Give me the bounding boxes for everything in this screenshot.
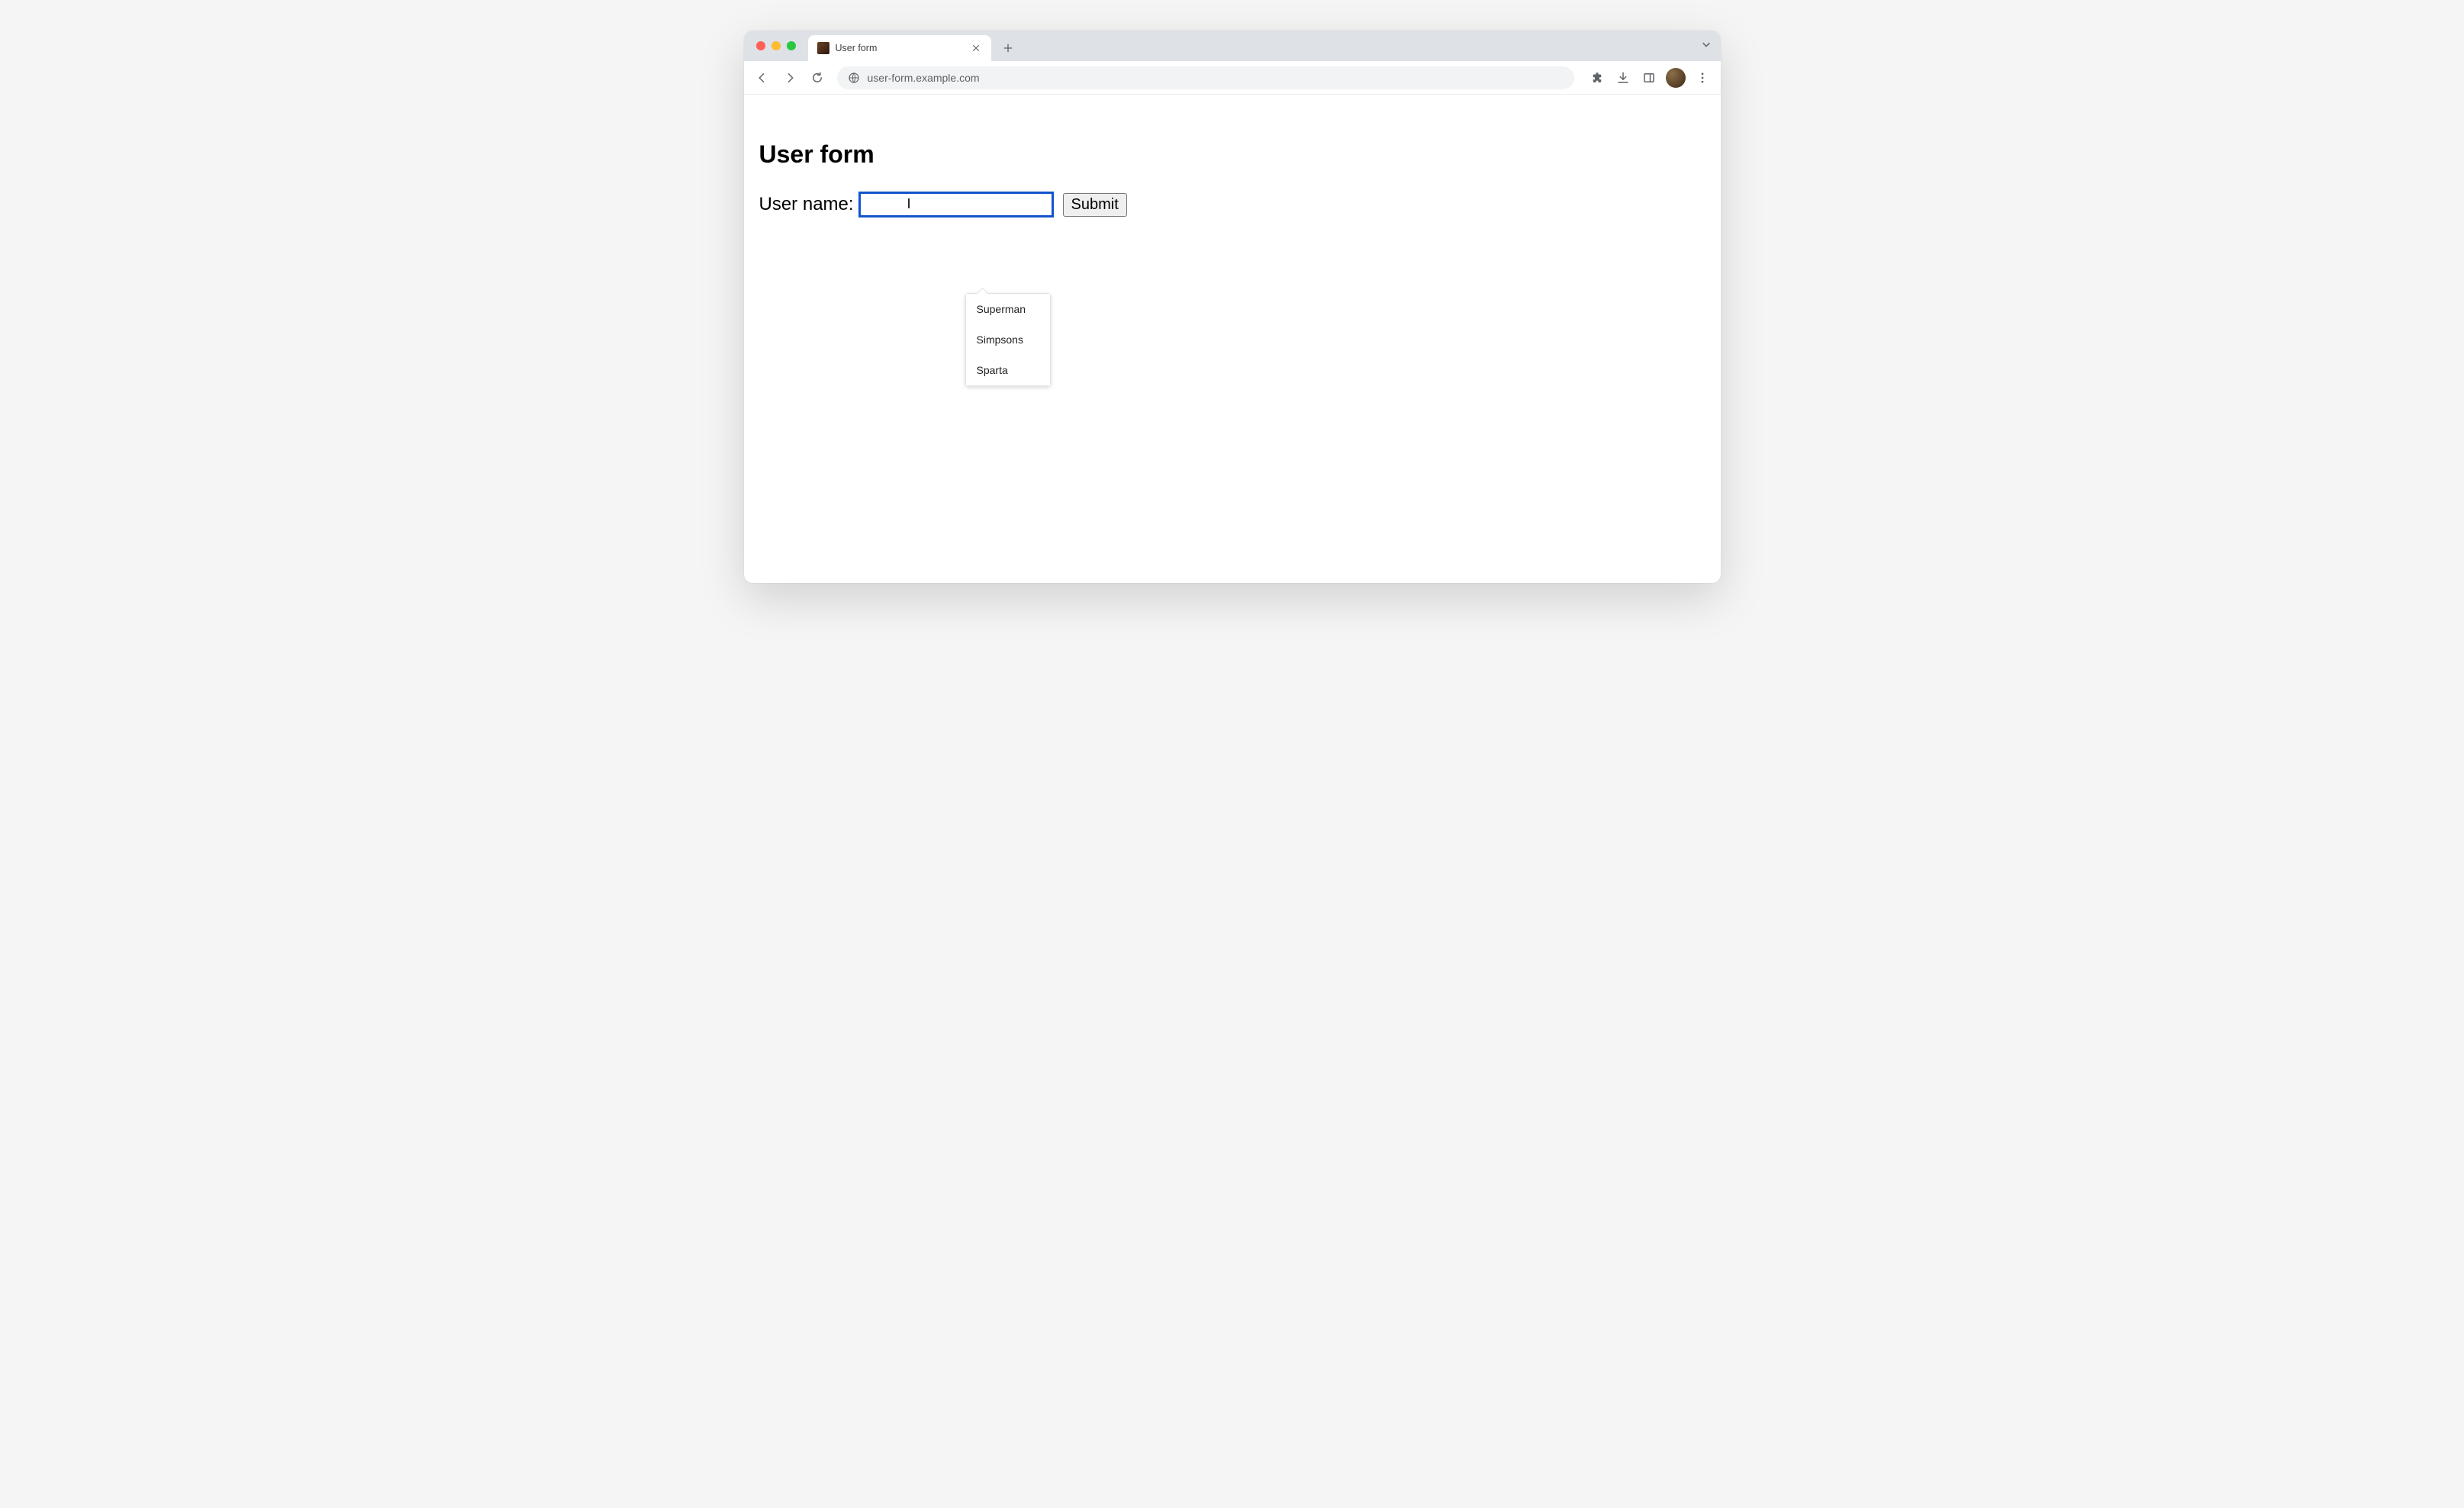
url-text: user-form.example.com xyxy=(868,72,1564,84)
window-maximize-icon[interactable] xyxy=(787,41,796,50)
tabs-menu-icon[interactable] xyxy=(1701,39,1712,53)
forward-button[interactable] xyxy=(778,66,802,90)
window-traffic-lights xyxy=(753,31,802,61)
browser-window: User form user-form.example xyxy=(744,31,1721,583)
autocomplete-item[interactable]: Superman xyxy=(966,294,1050,324)
submit-button[interactable]: Submit xyxy=(1063,193,1127,217)
username-label: User name: xyxy=(759,194,854,215)
autocomplete-item[interactable]: Simpsons xyxy=(966,324,1050,355)
back-button[interactable] xyxy=(750,66,775,90)
reload-button[interactable] xyxy=(805,66,829,90)
extensions-icon[interactable] xyxy=(1585,66,1609,90)
window-close-icon[interactable] xyxy=(756,41,765,50)
autocomplete-dropdown: Superman Simpsons Sparta xyxy=(965,293,1051,386)
address-bar[interactable]: user-form.example.com xyxy=(837,66,1574,89)
kebab-menu-icon[interactable] xyxy=(1690,66,1715,90)
window-minimize-icon[interactable] xyxy=(771,41,781,50)
downloads-icon[interactable] xyxy=(1611,66,1635,90)
favicon-icon xyxy=(817,42,829,54)
browser-toolbar: user-form.example.com xyxy=(744,61,1721,95)
browser-tab[interactable]: User form xyxy=(808,35,991,61)
side-panel-icon[interactable] xyxy=(1637,66,1661,90)
site-info-icon[interactable] xyxy=(848,72,860,84)
username-input[interactable] xyxy=(858,192,1054,218)
tab-strip: User form xyxy=(744,31,1721,61)
new-tab-button[interactable] xyxy=(997,37,1019,59)
page-title: User form xyxy=(759,140,1705,169)
autocomplete-item[interactable]: Sparta xyxy=(966,355,1050,385)
tab-title: User form xyxy=(836,43,964,53)
tab-close-icon[interactable] xyxy=(970,42,982,54)
profile-avatar[interactable] xyxy=(1666,68,1686,88)
page-content: User form User name: I Submit Superman S… xyxy=(744,95,1721,583)
user-form-row: User name: I Submit xyxy=(759,192,1705,218)
